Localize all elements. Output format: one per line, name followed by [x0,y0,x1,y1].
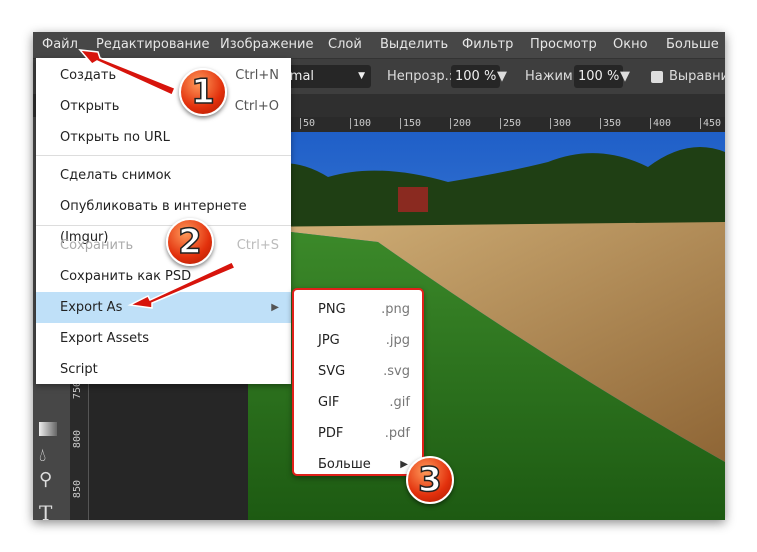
annotation-badge-2: 2 [166,218,214,266]
annotation-arrow-1 [78,49,176,96]
annotation-badge-3: 3 [406,456,454,504]
annotation-badge-1: 1 [179,68,227,116]
annotation-arrow-2 [127,261,237,309]
annotation-arrows [78,49,237,309]
